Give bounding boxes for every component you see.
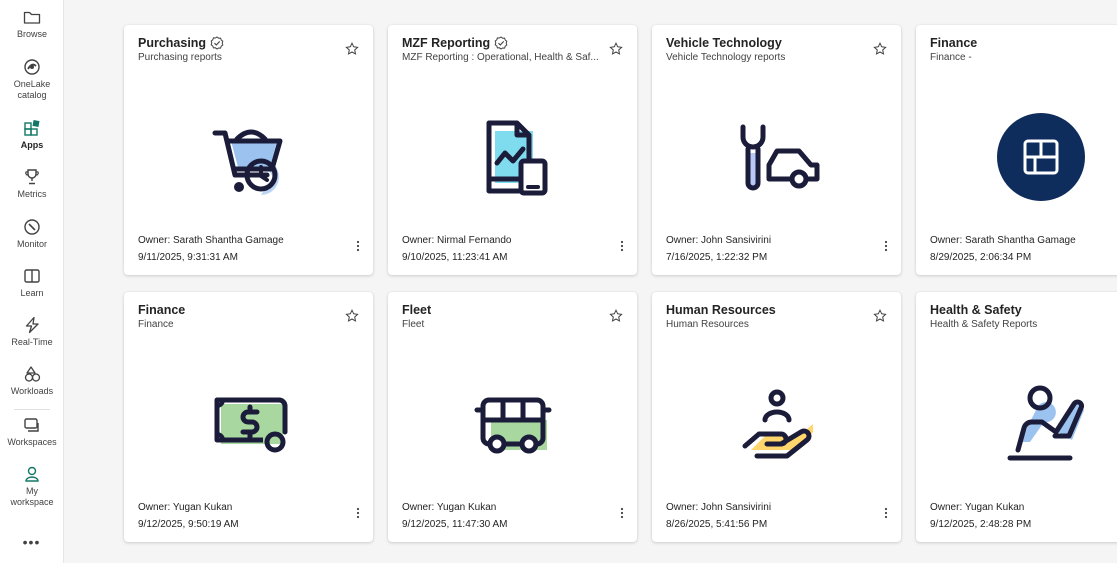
nav-label: Browse <box>16 29 47 39</box>
nav-label: Apps <box>20 140 44 150</box>
app-title: MZF Reporting <box>402 36 508 50</box>
app-card-finance-logo[interactable]: Finance Finance - Owner: Sarath Shantha … <box>916 25 1117 275</box>
app-card-health-safety[interactable]: Health & Safety Health & Safety Reports … <box>916 292 1117 542</box>
app-card-fleet[interactable]: Fleet Fleet Owner: Yugan Kukan 9/12/2025… <box>388 292 637 542</box>
favorite-star-icon[interactable] <box>345 42 359 56</box>
app-modified-date: 9/12/2025, 9:50:19 AM <box>138 519 239 530</box>
nav-workspaces[interactable]: Workspaces <box>0 414 63 448</box>
app-owner: Owner: Nirmal Fernando <box>402 235 512 246</box>
app-description: Vehicle Technology reports <box>666 52 786 63</box>
nav-label: Real-Time <box>11 337 53 347</box>
favorite-star-icon[interactable] <box>345 309 359 323</box>
app-modified-date: 9/12/2025, 2:48:28 PM <box>930 519 1032 530</box>
nav-label: OneLake catalog <box>13 79 51 100</box>
hand-person-icon <box>652 374 901 474</box>
app-title: Fleet <box>402 303 432 317</box>
shopping-cart-icon <box>124 107 373 207</box>
nav-learn[interactable]: Learn <box>0 265 63 299</box>
app-modified-date: 9/11/2025, 9:31:31 AM <box>138 252 238 263</box>
wrench-car-icon <box>652 107 901 207</box>
app-owner: Owner: Yugan Kukan <box>930 502 1025 513</box>
left-nav-rail: Browse OneLake catalog Apps Metrics Moni… <box>0 0 64 563</box>
bus-icon <box>388 374 637 474</box>
onelake-icon <box>21 56 43 78</box>
app-owner: Owner: John Sansivirini <box>666 502 772 513</box>
report-devices-icon <box>388 107 637 207</box>
app-modified-date: 7/16/2025, 1:22:32 PM <box>666 252 768 263</box>
book-icon <box>21 265 43 287</box>
favorite-star-icon[interactable] <box>609 309 623 323</box>
app-title: Health & Safety <box>930 303 1022 317</box>
app-description: Fleet <box>402 319 425 330</box>
app-title: Finance <box>138 303 186 317</box>
app-description: Human Resources <box>666 319 749 330</box>
app-modified-date: 8/26/2025, 5:41:56 PM <box>666 519 768 530</box>
nav-onelake-catalog[interactable]: OneLake catalog <box>0 56 63 101</box>
more-actions-icon[interactable] <box>881 506 891 520</box>
trophy-icon <box>21 166 43 188</box>
app-card-human-resources[interactable]: Human Resources Human Resources Owner: J… <box>652 292 901 542</box>
favorite-star-icon[interactable] <box>873 309 887 323</box>
app-title: Human Resources <box>666 303 776 317</box>
more-options-icon[interactable]: ••• <box>0 534 63 550</box>
app-description: Health & Safety Reports <box>930 319 1038 330</box>
more-actions-icon[interactable] <box>353 506 363 520</box>
lightning-icon <box>21 314 43 336</box>
app-title: Purchasing <box>138 36 224 50</box>
nav-label: My workspace <box>10 486 54 507</box>
app-card-purchasing[interactable]: Purchasing Purchasing reports Owner: Sar… <box>124 25 373 275</box>
person-raising-hand-icon <box>916 374 1117 474</box>
app-card-finance[interactable]: Finance Finance Owner: Yugan Kukan 9/12/… <box>124 292 373 542</box>
monitor-icon <box>21 216 43 238</box>
verified-badge-icon <box>494 36 508 50</box>
verified-badge-icon <box>210 36 224 50</box>
app-modified-date: 9/12/2025, 11:47:30 AM <box>402 519 508 530</box>
app-card-vehicle-technology[interactable]: Vehicle Technology Vehicle Technology re… <box>652 25 901 275</box>
nav-label: Metrics <box>17 189 47 199</box>
nav-browse[interactable]: Browse <box>0 6 63 40</box>
nav-workloads[interactable]: Workloads <box>0 363 63 397</box>
nav-label: Learn <box>20 288 44 298</box>
app-modified-date: 9/10/2025, 11:23:41 AM <box>402 252 508 263</box>
app-owner: Owner: Sarath Shantha Gamage <box>930 235 1076 246</box>
nav-label: Monitor <box>16 239 47 249</box>
more-actions-icon[interactable] <box>617 506 627 520</box>
app-description: Finance - <box>930 52 972 63</box>
more-actions-icon[interactable] <box>881 239 891 253</box>
nav-divider <box>14 409 50 410</box>
app-title: Finance <box>930 36 978 50</box>
app-description: Purchasing reports <box>138 52 222 63</box>
favorite-star-icon[interactable] <box>873 42 887 56</box>
nav-label: Workspaces <box>7 437 57 447</box>
nav-my-workspace[interactable]: My workspace <box>0 463 63 508</box>
app-title: Vehicle Technology <box>666 36 782 50</box>
nav-metrics[interactable]: Metrics <box>0 166 63 200</box>
folder-icon <box>21 6 43 28</box>
money-bill-icon <box>124 374 373 474</box>
app-modified-date: 8/29/2025, 2:06:34 PM <box>930 252 1032 263</box>
nav-label: Workloads <box>10 386 54 396</box>
workspaces-icon <box>21 414 43 436</box>
nav-monitor[interactable]: Monitor <box>0 216 63 250</box>
more-actions-icon[interactable] <box>617 239 627 253</box>
app-logo-icon <box>916 107 1117 207</box>
nav-apps[interactable]: Apps <box>0 117 63 151</box>
app-owner: Owner: Yugan Kukan <box>138 502 233 513</box>
app-description: MZF Reporting : Operational, Health & Sa… <box>402 52 599 63</box>
apps-icon <box>21 117 43 139</box>
app-card-mzf-reporting[interactable]: MZF Reporting MZF Reporting : Operationa… <box>388 25 637 275</box>
app-owner: Owner: Yugan Kukan <box>402 502 497 513</box>
app-description: Finance <box>138 319 174 330</box>
app-owner: Owner: John Sansivirini <box>666 235 772 246</box>
favorite-star-icon[interactable] <box>609 42 623 56</box>
person-icon <box>21 463 43 485</box>
app-owner: Owner: Sarath Shantha Gamage <box>138 235 284 246</box>
nav-real-time[interactable]: Real-Time <box>0 314 63 348</box>
more-actions-icon[interactable] <box>353 239 363 253</box>
shapes-icon <box>21 363 43 385</box>
